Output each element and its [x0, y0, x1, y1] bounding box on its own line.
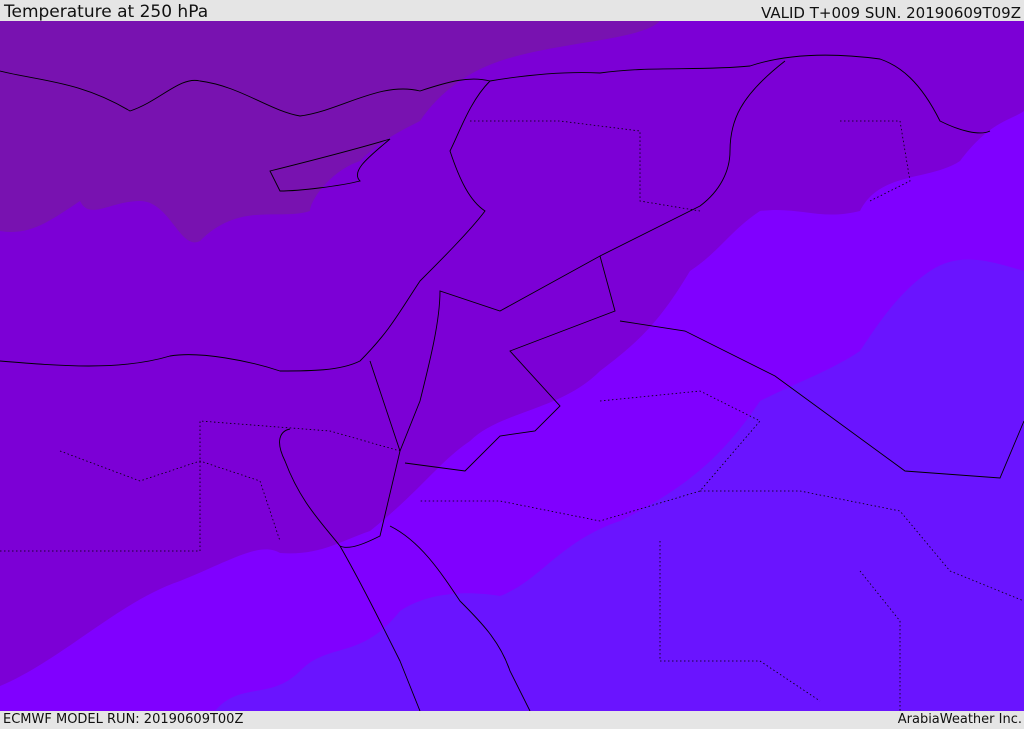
model-run: ECMWF MODEL RUN: 20190609T00Z: [3, 712, 244, 727]
valid-time: VALID T+009 SUN. 20190609T09Z: [761, 4, 1021, 22]
map-title: Temperature at 250 hPa: [4, 2, 209, 22]
footer-bar: ECMWF MODEL RUN: 20190609T00Z ArabiaWeat…: [0, 711, 1024, 729]
credit: ArabiaWeather Inc.: [897, 712, 1022, 727]
temperature-map: [0, 21, 1024, 711]
header-bar: Temperature at 250 hPa VALID T+009 SUN. …: [0, 0, 1024, 21]
